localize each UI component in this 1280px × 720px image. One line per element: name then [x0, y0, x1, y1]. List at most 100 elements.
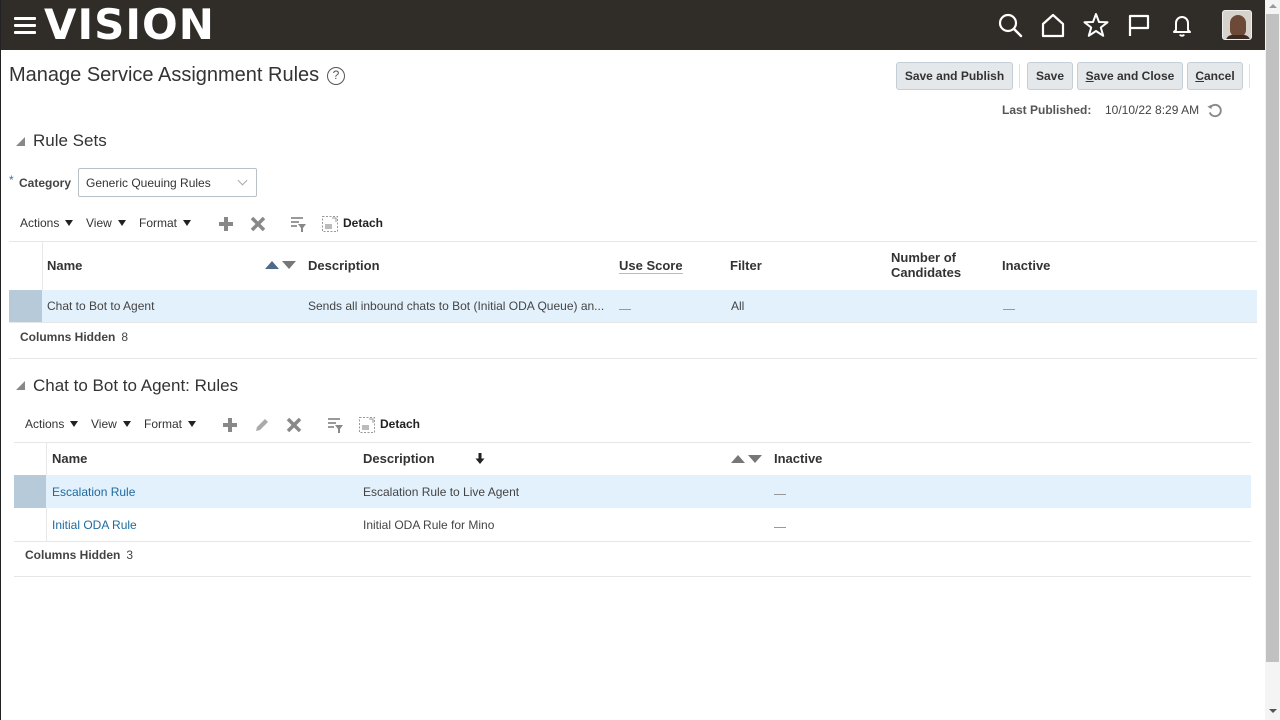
columns-hidden: Columns Hidden 3 — [25, 548, 133, 562]
global-header: VISION — [1, 0, 1265, 50]
actions-label: Actions — [20, 216, 60, 230]
table-bottom-border — [9, 358, 1257, 359]
sort-icons[interactable] — [731, 453, 765, 465]
scroll-thumb[interactable] — [1266, 14, 1279, 662]
rule-sets-collapse-icon[interactable] — [16, 137, 25, 146]
category-select[interactable]: Generic Queuing Rules — [78, 168, 257, 197]
view-label: View — [86, 216, 112, 230]
actions-label: Actions — [25, 417, 65, 431]
save-button[interactable]: Save — [1027, 62, 1073, 90]
caret-down-icon — [183, 220, 192, 226]
flag-icon[interactable] — [1125, 11, 1153, 39]
selector-column-divider — [42, 242, 43, 290]
format-label: Format — [144, 417, 183, 431]
cell-use-score-empty — [619, 309, 631, 310]
row-border — [14, 541, 1251, 542]
add-icon[interactable] — [217, 215, 235, 233]
cell-name: Chat to Bot to Agent — [47, 299, 155, 313]
notifications-bell-icon[interactable] — [1168, 11, 1196, 39]
refresh-icon[interactable] — [1206, 102, 1223, 119]
save-and-publish-button[interactable]: Save and Publish — [896, 62, 1013, 90]
cell-description: Escalation Rule to Live Agent — [363, 485, 520, 499]
column-header-name[interactable]: Name — [47, 258, 82, 273]
rules-title: Chat to Bot to Agent: Rules — [33, 376, 239, 395]
help-icon[interactable]: ? — [327, 67, 345, 85]
caret-down-icon — [117, 220, 126, 226]
last-published-label: Last Published: — [1002, 103, 1092, 117]
access-key: C — [1195, 69, 1204, 83]
add-icon[interactable] — [221, 416, 239, 434]
detach-button[interactable]: Detach — [380, 417, 420, 431]
detach-icon[interactable] — [321, 215, 339, 233]
column-header-inactive[interactable]: Inactive — [1002, 258, 1050, 273]
sort-ascending-icon[interactable] — [731, 455, 745, 463]
row-selector[interactable] — [9, 290, 42, 322]
page-title: Manage Service Assignment Rules — [9, 64, 320, 86]
cell-description: Sends all inbound chats to Bot (Initial … — [308, 299, 605, 313]
rule-name-link[interactable]: Escalation Rule — [52, 485, 135, 499]
search-icon[interactable] — [996, 11, 1024, 39]
delete-icon[interactable] — [249, 215, 267, 233]
detach-icon[interactable] — [358, 416, 376, 434]
column-header-description[interactable]: Description — [363, 451, 435, 466]
view-menu[interactable]: View — [86, 216, 126, 230]
rule-sets-title: Rule Sets — [33, 131, 107, 150]
columns-hidden-count: 3 — [126, 548, 134, 562]
column-header-use-score[interactable]: Use Score — [619, 258, 683, 274]
sort-descending-icon[interactable] — [282, 261, 296, 269]
cell-inactive-empty — [774, 494, 786, 495]
sort-descending-arrow-icon[interactable] — [475, 452, 485, 464]
query-by-example-icon[interactable] — [326, 416, 344, 434]
app-frame: VISION Manage Service Assignment Rules ?… — [0, 0, 1280, 720]
scroll-up-arrow-icon[interactable] — [1269, 4, 1277, 8]
column-header-name[interactable]: Name — [52, 451, 87, 466]
column-header-filter[interactable]: Filter — [730, 258, 762, 273]
cell-filter: All — [731, 299, 745, 313]
actions-menu[interactable]: Actions — [20, 216, 74, 230]
toolbar-separator — [1019, 64, 1020, 88]
category-label: Category — [19, 176, 72, 190]
header-line: Number of — [891, 250, 956, 265]
page-scrollbar[interactable] — [1265, 0, 1280, 720]
sort-descending-icon[interactable] — [748, 455, 762, 463]
detach-button[interactable]: Detach — [343, 216, 383, 230]
edit-pencil-icon[interactable] — [253, 416, 271, 434]
rules-collapse-icon[interactable] — [16, 381, 25, 390]
user-avatar[interactable] — [1222, 10, 1252, 40]
sort-ascending-icon[interactable] — [265, 261, 279, 269]
columns-hidden-label: Columns Hidden — [20, 330, 116, 344]
scroll-down-arrow-icon[interactable] — [1269, 709, 1277, 713]
button-label: ave and Close — [1093, 69, 1175, 83]
query-by-example-icon[interactable] — [289, 215, 307, 233]
category-value: Generic Queuing Rules — [86, 176, 211, 190]
sort-icons[interactable] — [265, 259, 299, 271]
delete-icon[interactable] — [285, 416, 303, 434]
table-row[interactable] — [14, 475, 1251, 508]
view-menu[interactable]: View — [91, 417, 131, 431]
columns-hidden: Columns Hidden 8 — [20, 330, 128, 344]
column-header-inactive[interactable]: Inactive — [774, 451, 822, 466]
format-label: Format — [139, 216, 178, 230]
table-row[interactable] — [9, 290, 1257, 322]
access-key: S — [1085, 69, 1094, 83]
save-and-close-button[interactable]: Save and Close — [1077, 62, 1183, 90]
rule-name-link[interactable]: Initial ODA Rule — [52, 518, 137, 532]
cancel-button[interactable]: Cancel — [1187, 62, 1243, 90]
columns-hidden-count: 8 — [121, 330, 129, 344]
vision-logo[interactable]: VISION — [44, 2, 215, 48]
row-selector[interactable] — [14, 475, 46, 508]
view-label: View — [91, 417, 117, 431]
column-header-number-of-candidates[interactable]: Number of Candidates — [891, 250, 961, 280]
favorites-star-icon[interactable] — [1082, 11, 1110, 39]
column-header-description[interactable]: Description — [308, 258, 380, 273]
caret-down-icon — [188, 421, 197, 427]
navigator-menu-icon[interactable] — [14, 17, 36, 34]
format-menu[interactable]: Format — [139, 216, 192, 230]
cell-inactive-empty — [774, 527, 786, 528]
home-icon[interactable] — [1039, 11, 1067, 39]
format-menu[interactable]: Format — [144, 417, 197, 431]
actions-menu[interactable]: Actions — [25, 417, 79, 431]
last-published-value: 10/10/22 8:29 AM — [1105, 103, 1200, 117]
caret-down-icon — [65, 220, 74, 226]
table-top-border — [14, 442, 1251, 443]
